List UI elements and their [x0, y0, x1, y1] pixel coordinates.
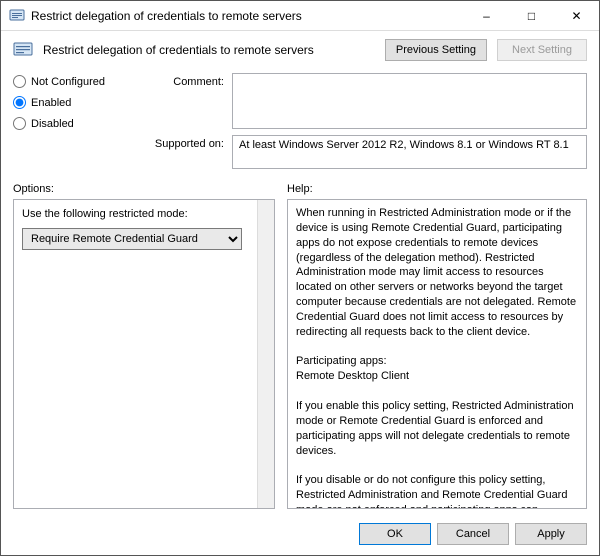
- panel-headers: Options: Help:: [1, 177, 599, 197]
- mode-label: Use the following restricted mode:: [22, 208, 266, 220]
- radio-not-configured-input[interactable]: [13, 75, 26, 88]
- cancel-button[interactable]: Cancel: [437, 523, 509, 545]
- options-panel: Use the following restricted mode: Requi…: [13, 199, 275, 509]
- comment-label: Comment:: [142, 73, 224, 88]
- help-panel[interactable]: When running in Restricted Administratio…: [287, 199, 587, 509]
- radio-enabled-input[interactable]: [13, 96, 26, 109]
- ok-button[interactable]: OK: [359, 523, 431, 545]
- supported-label: Supported on:: [142, 135, 224, 150]
- radio-enabled[interactable]: Enabled: [13, 96, 128, 109]
- radio-disabled[interactable]: Disabled: [13, 117, 128, 130]
- window-controls: – □ ✕: [464, 1, 599, 30]
- supported-value: At least Windows Server 2012 R2, Windows…: [232, 135, 587, 169]
- close-button[interactable]: ✕: [554, 1, 599, 30]
- options-scrollbar[interactable]: [257, 200, 274, 508]
- page-title: Restrict delegation of credentials to re…: [43, 43, 375, 57]
- radio-enabled-label: Enabled: [31, 97, 71, 109]
- footer: OK Cancel Apply: [1, 517, 599, 555]
- radio-not-configured-label: Not Configured: [31, 76, 105, 88]
- comment-input[interactable]: [232, 73, 587, 129]
- comment-row: Comment:: [142, 73, 587, 129]
- minimize-button[interactable]: –: [464, 1, 509, 30]
- next-setting-button: Next Setting: [497, 39, 587, 61]
- supported-row: Supported on: At least Windows Server 20…: [142, 135, 587, 169]
- radio-not-configured[interactable]: Not Configured: [13, 75, 128, 88]
- policy-icon: [13, 40, 33, 60]
- previous-setting-button[interactable]: Previous Setting: [385, 39, 487, 61]
- radio-disabled-label: Disabled: [31, 118, 74, 130]
- apply-button[interactable]: Apply: [515, 523, 587, 545]
- radio-disabled-input[interactable]: [13, 117, 26, 130]
- mode-select[interactable]: Require Remote Credential Guard: [22, 228, 242, 250]
- titlebar: Restrict delegation of credentials to re…: [1, 1, 599, 31]
- options-header: Options:: [13, 183, 275, 195]
- state-radios: Not Configured Enabled Disabled: [13, 73, 128, 169]
- policy-icon: [9, 8, 25, 24]
- state-fields: Comment: Supported on: At least Windows …: [142, 73, 587, 169]
- window-title: Restrict delegation of credentials to re…: [31, 9, 464, 23]
- header-row: Restrict delegation of credentials to re…: [1, 31, 599, 69]
- state-block: Not Configured Enabled Disabled Comment:…: [1, 69, 599, 177]
- panels: Use the following restricted mode: Requi…: [1, 197, 599, 517]
- help-header: Help:: [287, 183, 587, 195]
- maximize-button[interactable]: □: [509, 1, 554, 30]
